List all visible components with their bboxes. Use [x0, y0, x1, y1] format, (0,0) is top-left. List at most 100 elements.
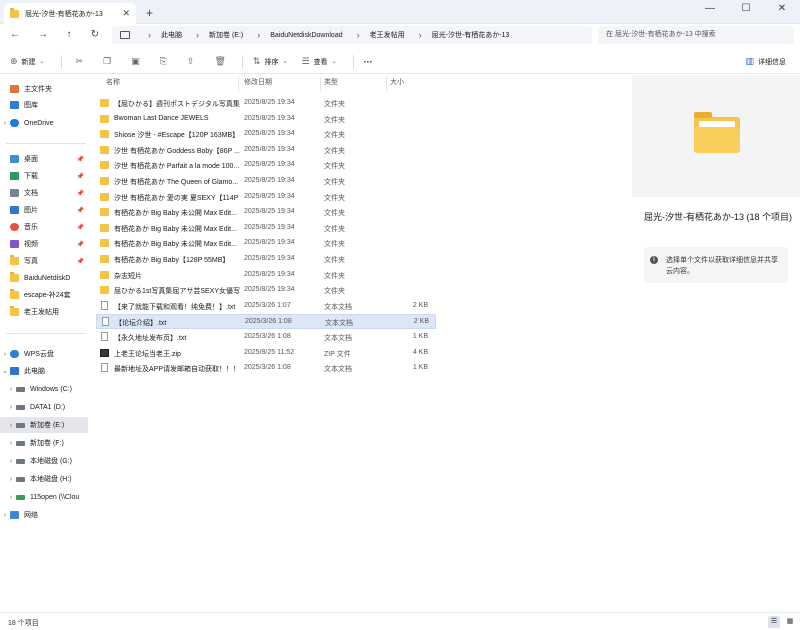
new-button[interactable]: ⊕ 新建 ⌄	[10, 56, 49, 67]
sidebar-item-baidunetdisk[interactable]: BaiduNetdiskD	[0, 270, 88, 286]
file-row[interactable]: 杂志短片 2025/8/25 19:34 文件夹	[96, 268, 436, 283]
file-row[interactable]: 汐世 有栖花あか Goddess Boby【86P ... 2025/8/25 1…	[96, 143, 436, 158]
file-row[interactable]: 汐世 有栖花あか 愛の実 夏SEXY【114P ... 2025/8/25 19:…	[96, 190, 436, 205]
sidebar-item-pictures[interactable]: 图片 📌	[0, 202, 88, 218]
sidebar-item-drive-g[interactable]: › 本地磁盘 (G:)	[0, 453, 88, 469]
file-row[interactable]: 汐世 有栖花あか The Queen of Glamo... 2025/8/25 …	[96, 174, 436, 189]
pin-icon[interactable]: 📌	[77, 207, 84, 214]
file-size: 2 KB	[412, 301, 428, 309]
file-row[interactable]: 有栖花あか Big Baby 未公開 Max Edit... 2025/8/25 …	[96, 236, 436, 251]
forward-button[interactable]: →	[36, 28, 50, 42]
sidebar-item-115open[interactable]: › 115open (\\Clou	[0, 489, 88, 505]
sidebar-item-this-pc[interactable]: ⌄ 此电脑	[0, 363, 88, 379]
column-divider[interactable]	[238, 77, 239, 91]
pin-icon[interactable]: 📌	[77, 241, 84, 248]
chevron-down-icon[interactable]: ⌄	[0, 367, 10, 375]
sidebar-item-downloads[interactable]: 下载 📌	[0, 168, 88, 184]
file-row[interactable]: 汐世 有栖花あか Parfait a la mode 100... 2025/8/…	[96, 158, 436, 173]
sidebar-item-music[interactable]: 音乐 📌	[0, 219, 88, 235]
search-input[interactable]: 在 屈光-汐世-有栖花あか-13 中搜索	[598, 26, 794, 44]
file-row[interactable]: 【来了就能下载和观看！纯免费！】.txt 2025/3/26 1:07 文本文档 2 …	[96, 299, 436, 314]
chevron-right-icon[interactable]: ›	[6, 404, 16, 411]
tab-current-folder[interactable]: 屈光-汐世-有栖花あか-13 ✕	[4, 3, 136, 24]
sidebar-item-network[interactable]: › 网络	[0, 507, 88, 523]
more-button[interactable]: ···	[364, 57, 373, 67]
column-divider[interactable]	[320, 77, 321, 91]
breadcrumb-item[interactable]: 此电脑	[161, 30, 182, 40]
file-row[interactable]: 【永久地址发布页】.txt 2025/3/26 1:08 文本文档 1 KB	[96, 330, 436, 345]
column-header-size[interactable]: 大小	[390, 77, 404, 91]
file-row[interactable]: 上老王论坛当老王.zip 2025/8/25 11:52 ZIP 文件 4 KB	[96, 346, 436, 361]
sidebar-item-desktop[interactable]: 桌面 📌	[0, 151, 88, 167]
chevron-right-icon[interactable]: ›	[0, 351, 10, 358]
chevron-right-icon[interactable]: ›	[0, 120, 10, 127]
pin-icon[interactable]: 📌	[77, 156, 84, 163]
sidebar-item-drive-h[interactable]: › 本地磁盘 (H:)	[0, 471, 88, 487]
file-row[interactable]: 有栖花あか Big Baby 未公開 Max Edit... 2025/8/25 …	[96, 205, 436, 220]
file-row[interactable]: 最新地址及APP请发邮箱自动获取！！！... 2025/3/26 1:08 文本文档…	[96, 361, 436, 376]
breadcrumb-item[interactable]: 新加卷 (E:)	[209, 30, 243, 40]
cut-button[interactable]: ✂	[76, 56, 88, 67]
close-tab-icon[interactable]: ✕	[122, 8, 130, 19]
delete-button[interactable]: 🗑	[214, 56, 229, 67]
sidebar-item-laowang[interactable]: 老王发帖用	[0, 304, 88, 320]
file-row[interactable]: 有栖花あか Big Baby【128P 55MB】 2025/8/25 19:34…	[96, 252, 436, 267]
folder-icon	[100, 99, 109, 107]
pin-icon[interactable]: 📌	[77, 173, 84, 180]
chevron-right-icon[interactable]: ›	[6, 458, 16, 465]
view-button[interactable]: ☰ 查看 ⌄	[301, 56, 340, 67]
file-row[interactable]: 屈ひかる1st写真集屈アサ芸SEXY女優写... 2025/8/25 19:34 文…	[96, 283, 436, 298]
column-header-name[interactable]: 名称	[106, 77, 120, 91]
rename-button[interactable]: ⎘	[160, 56, 171, 67]
breadcrumb-item[interactable]: BaiduNetdiskDownload	[270, 32, 342, 39]
sort-button[interactable]: ⇅ 排序 ⌄	[253, 56, 292, 67]
sidebar-item-drive-f[interactable]: › 新加卷 (F:)	[0, 435, 88, 451]
up-button[interactable]: ↑	[62, 28, 76, 42]
folder-icon	[100, 286, 109, 295]
chevron-right-icon[interactable]: ›	[6, 422, 16, 429]
close-window-button[interactable]: ✕	[764, 0, 800, 22]
chevron-right-icon[interactable]: ›	[6, 440, 16, 447]
breadcrumb[interactable]: › 此电脑 › 新加卷 (E:) › BaiduNetdiskDownload …	[112, 26, 592, 44]
sidebar-item-onedrive[interactable]: › OneDrive	[0, 115, 88, 131]
chevron-right-icon[interactable]: ›	[6, 386, 16, 393]
sidebar-item-drive-d[interactable]: › DATA1 (D:)	[0, 399, 88, 415]
details-view-icon[interactable]: ☰	[768, 616, 780, 628]
column-divider[interactable]	[386, 77, 387, 91]
maximize-button[interactable]: ☐	[728, 0, 764, 22]
sidebar-item-gallery[interactable]: 图库	[0, 97, 88, 113]
new-tab-button[interactable]: +	[146, 6, 153, 20]
file-row[interactable]: 有栖花あか Big Baby 未公開 Max Edit... 2025/8/25 …	[96, 221, 436, 236]
file-row[interactable]: Bwoman Last Dance JEWELS 2025/8/25 19:34 文…	[96, 112, 436, 127]
sidebar-item-drive-e[interactable]: › 新加卷 (E:)	[0, 417, 88, 433]
chevron-right-icon[interactable]: ›	[0, 512, 10, 519]
back-button[interactable]: ←	[8, 28, 22, 42]
minimize-button[interactable]: —	[692, 0, 728, 22]
sidebar-item-wps-cloud[interactable]: › WPS云盘	[0, 346, 88, 362]
column-header-date[interactable]: 修改日期	[244, 77, 272, 91]
breadcrumb-item[interactable]: 老王发帖用	[370, 30, 405, 40]
file-row[interactable]: 【论坛介绍】.txt 2025/3/26 1:08 文本文档 2 KB	[96, 314, 436, 330]
copy-button[interactable]: ❐	[103, 56, 115, 67]
sidebar-item-photos-folder[interactable]: 写真 📌	[0, 253, 88, 269]
tiles-view-icon[interactable]: ▦	[784, 616, 796, 628]
breadcrumb-item[interactable]: 屈光-汐世-有栖花あか-13	[432, 30, 510, 40]
refresh-button[interactable]: ↻	[88, 28, 102, 42]
sidebar-item-escape[interactable]: escape-补24套	[0, 287, 88, 303]
pin-icon[interactable]: 📌	[77, 224, 84, 231]
file-row[interactable]: Shiose 汐世 - #Escape【120P 163MB】 2025/8/25…	[96, 127, 436, 142]
details-pane-button[interactable]: ▥ 详细信息	[745, 56, 786, 67]
sidebar-item-drive-c[interactable]: › Windows (C:)	[0, 381, 88, 397]
pin-icon[interactable]: 📌	[77, 258, 84, 265]
sidebar-item-documents[interactable]: 文档 📌	[0, 185, 88, 201]
share-button[interactable]: ⇪	[187, 56, 199, 67]
sidebar-item-home[interactable]: 主文件夹	[0, 81, 88, 97]
sidebar-item-videos[interactable]: 视频 📌	[0, 236, 88, 252]
file-row[interactable]: 【屈ひかる】週刊ポストデジタル写真集 2025/8/25 19:34 文件夹	[96, 96, 436, 111]
pin-icon[interactable]: 📌	[77, 190, 84, 197]
column-header-type[interactable]: 类型	[324, 77, 338, 91]
chevron-right-icon[interactable]: ›	[6, 494, 16, 501]
computer-icon[interactable]	[120, 31, 130, 39]
chevron-right-icon[interactable]: ›	[6, 476, 16, 483]
paste-button[interactable]: ▣	[131, 56, 144, 67]
